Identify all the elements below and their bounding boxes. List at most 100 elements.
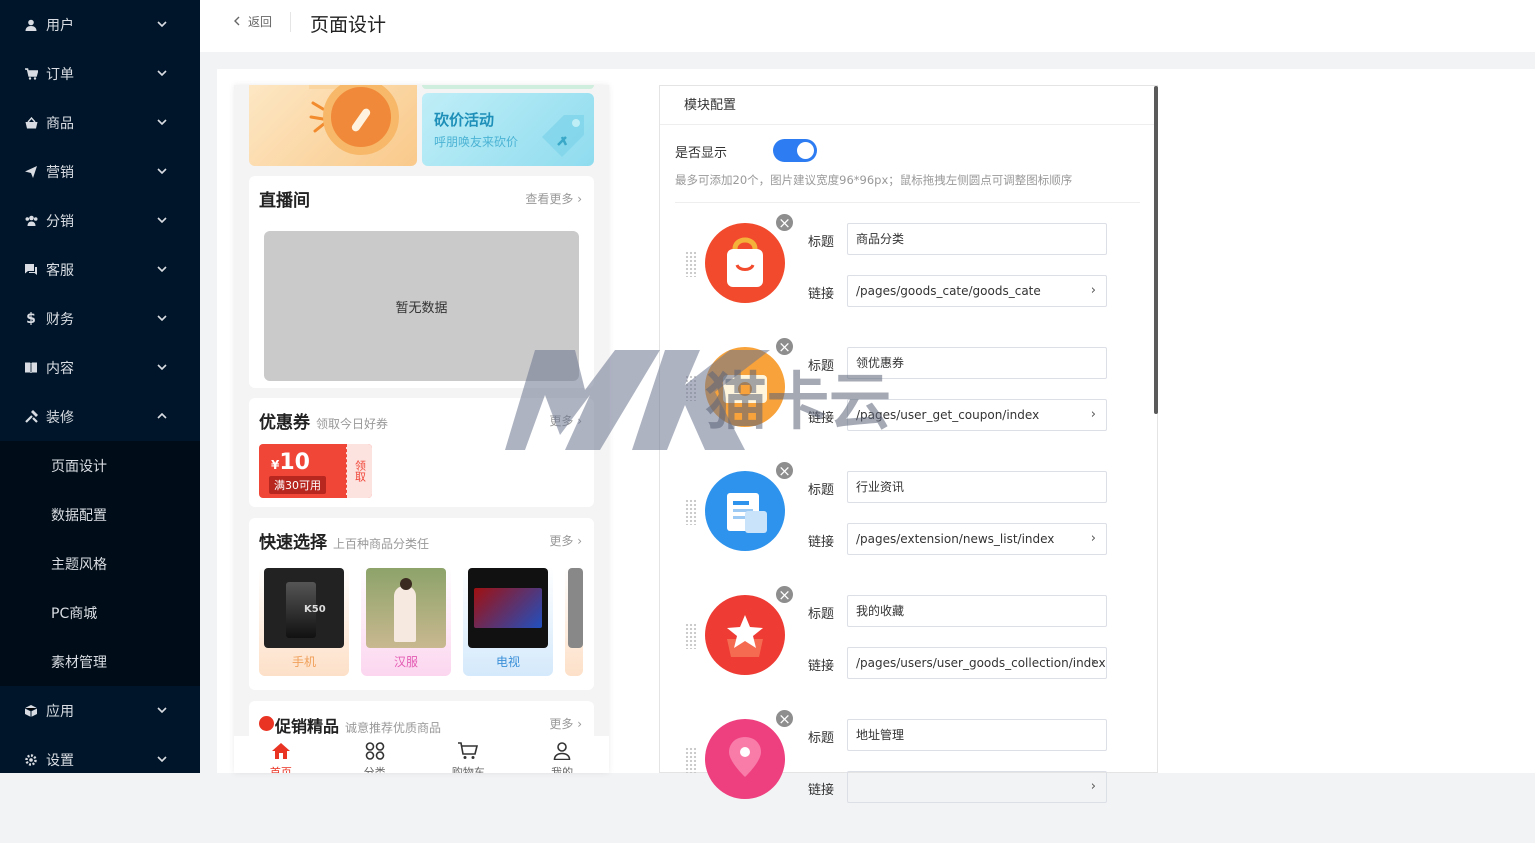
sidebar-subitem-data-config[interactable]: 数据配置 xyxy=(0,490,200,539)
delete-item-button[interactable]: × xyxy=(774,584,795,605)
delete-item-button[interactable]: × xyxy=(774,708,795,729)
quick-title: 快速选择 上百种商品分类任 xyxy=(259,528,429,553)
sidebar-item-label: 装修 xyxy=(46,409,74,426)
quick-more-link[interactable]: 更多 › xyxy=(549,532,582,549)
sidebar-subitem-material[interactable]: 素材管理 xyxy=(0,637,200,686)
user-icon xyxy=(24,18,38,32)
sidebar-item-settings[interactable]: 设置 xyxy=(0,735,200,773)
chevron-down-icon xyxy=(156,704,168,716)
banner-bargain-subtitle: 呼朋唤友来砍价 xyxy=(434,135,519,149)
tab-home[interactable]: 首页 xyxy=(234,736,328,773)
delete-item-button[interactable]: × xyxy=(774,336,795,357)
sidebar-item-users[interactable]: 用户 xyxy=(0,0,200,49)
tab-category[interactable]: 分类 xyxy=(328,736,422,773)
link-select[interactable]: /pages/extension/news_list/index › xyxy=(847,523,1107,555)
chevron-right-icon: › xyxy=(577,534,582,548)
drag-handle[interactable] xyxy=(685,747,697,773)
bag-icon[interactable] xyxy=(705,223,785,303)
product-tv[interactable]: 电视 xyxy=(463,566,553,676)
favorite-icon[interactable] xyxy=(705,595,785,675)
coupon-get-button[interactable]: 领取 xyxy=(346,444,372,498)
title-key: 标题 xyxy=(808,607,835,622)
title-key: 标题 xyxy=(808,731,835,746)
coupon-more-link[interactable]: 更多 › xyxy=(549,412,582,429)
sidebar-item-label: 财务 xyxy=(46,311,74,328)
sidebar-item-content[interactable]: 内容 xyxy=(0,343,200,392)
live-more-link[interactable]: 查看更多 › xyxy=(525,190,582,207)
live-title: 直播间 xyxy=(259,191,310,211)
sidebar-subitem-page-design[interactable]: 页面设计 xyxy=(0,441,200,490)
quick-more-label: 更多 xyxy=(549,534,574,548)
sidebar-item-service[interactable]: 客服 xyxy=(0,245,200,294)
delete-item-button[interactable]: × xyxy=(774,212,795,233)
tab-label: 首页 xyxy=(269,766,292,773)
chevron-left-icon xyxy=(234,15,240,29)
sidebar-subitem-theme-style[interactable]: 主题风格 xyxy=(0,539,200,588)
menu-item: × 标题 领优惠券 链接 /pages/user_get_coupon/inde… xyxy=(675,336,1145,471)
drag-handle[interactable] xyxy=(685,623,697,649)
link-value: /pages/users/user_goods_collection/index xyxy=(856,656,1106,670)
quick-select-card: 快速选择 上百种商品分类任 更多 › K50 手机 汉服 电视 xyxy=(249,518,594,690)
sidebar-item-label: 设置 xyxy=(46,752,74,769)
sidebar-item-marketing[interactable]: 营销 xyxy=(0,147,200,196)
sidebar-item-label: 客服 xyxy=(46,262,74,279)
menu-item: × 标题 地址管理 链接 › xyxy=(675,708,1145,843)
link-select[interactable]: /pages/goods_cate/goods_cate › xyxy=(847,275,1107,307)
chevron-up-icon xyxy=(156,410,168,422)
toggle-knob xyxy=(797,142,814,159)
chevron-down-icon xyxy=(156,361,168,373)
coupon-amount-value: 10 xyxy=(279,450,310,475)
show-toggle[interactable] xyxy=(773,139,817,162)
sidebar-subitem-pc-mall[interactable]: PC商城 xyxy=(0,588,200,637)
sidebar-item-label: 营销 xyxy=(46,164,74,181)
link-value: /pages/extension/news_list/index xyxy=(856,532,1055,546)
location-icon[interactable] xyxy=(705,719,785,799)
product-label: 电视 xyxy=(495,655,520,669)
sidebar-item-finance[interactable]: $ 财务 xyxy=(0,294,200,343)
title-input[interactable]: 行业资讯 xyxy=(847,471,1107,503)
chevron-down-icon xyxy=(156,165,168,177)
sidebar-item-label: 内容 xyxy=(46,360,74,377)
tab-cart[interactable]: 购物车 xyxy=(422,736,516,773)
news-icon[interactable] xyxy=(705,471,785,551)
title-input[interactable]: 我的收藏 xyxy=(847,595,1107,627)
banner-left[interactable] xyxy=(249,85,417,166)
banner-bargain[interactable]: 砍价活动 呼朋唤友来砍价 xyxy=(422,93,594,166)
sidebar-item-distribution[interactable]: 分销 xyxy=(0,196,200,245)
sidebar-item-goods[interactable]: 商品 xyxy=(0,98,200,147)
back-label: 返回 xyxy=(248,15,273,29)
drag-handle[interactable] xyxy=(685,499,697,525)
title-input[interactable]: 商品分类 xyxy=(847,223,1107,255)
promo-title-text: 促销精品 xyxy=(275,717,340,736)
drag-handle[interactable] xyxy=(685,251,697,277)
coupon-icon[interactable] xyxy=(705,347,785,427)
home-icon xyxy=(271,742,291,764)
menu-item: × 标题 商品分类 链接 /pages/goods_cate/goods_cat… xyxy=(675,212,1145,347)
coupon-ticket[interactable]: ¥10 满30可用 领取 xyxy=(259,444,372,498)
title-input[interactable]: 地址管理 xyxy=(847,719,1107,751)
drag-handle[interactable] xyxy=(685,375,697,401)
product-phone[interactable]: K50 手机 xyxy=(259,566,349,676)
back-button[interactable]: 返回 xyxy=(234,13,272,30)
cart-icon xyxy=(24,67,38,81)
product-hanfu[interactable]: 汉服 xyxy=(361,566,451,676)
tab-mine[interactable]: 我的 xyxy=(515,736,609,773)
sidebar-item-decoration[interactable]: 装修 xyxy=(0,392,200,441)
clock-graphic xyxy=(323,85,399,155)
link-select[interactable]: /pages/user_get_coupon/index › xyxy=(847,399,1107,431)
product-partial[interactable] xyxy=(565,566,583,676)
sidebar-item-orders[interactable]: 订单 xyxy=(0,49,200,98)
title-input[interactable]: 领优惠券 xyxy=(847,347,1107,379)
link-select[interactable]: /pages/users/user_goods_collection/index… xyxy=(847,647,1107,679)
quick-title-text: 快速选择 xyxy=(259,533,327,553)
sidebar-item-apps[interactable]: 应用 xyxy=(0,686,200,735)
promo-more-link[interactable]: 更多 › xyxy=(549,715,582,732)
coupon-card: 优惠券 领取今日好券 更多 › ¥10 满30可用 领取 xyxy=(249,398,594,507)
banner-right-top xyxy=(422,85,594,89)
banner-bargain-title: 砍价活动 xyxy=(434,111,495,129)
link-select[interactable]: › xyxy=(847,771,1107,803)
panel-hint: 最多可添加20个，图片建议宽度96*96px；鼠标拖拽左侧圆点可调整图标顺序 xyxy=(675,173,1073,187)
panel-scrollbar[interactable] xyxy=(1154,86,1158,414)
delete-item-button[interactable]: × xyxy=(774,460,795,481)
quick-subtitle: 上百种商品分类任 xyxy=(333,537,430,551)
